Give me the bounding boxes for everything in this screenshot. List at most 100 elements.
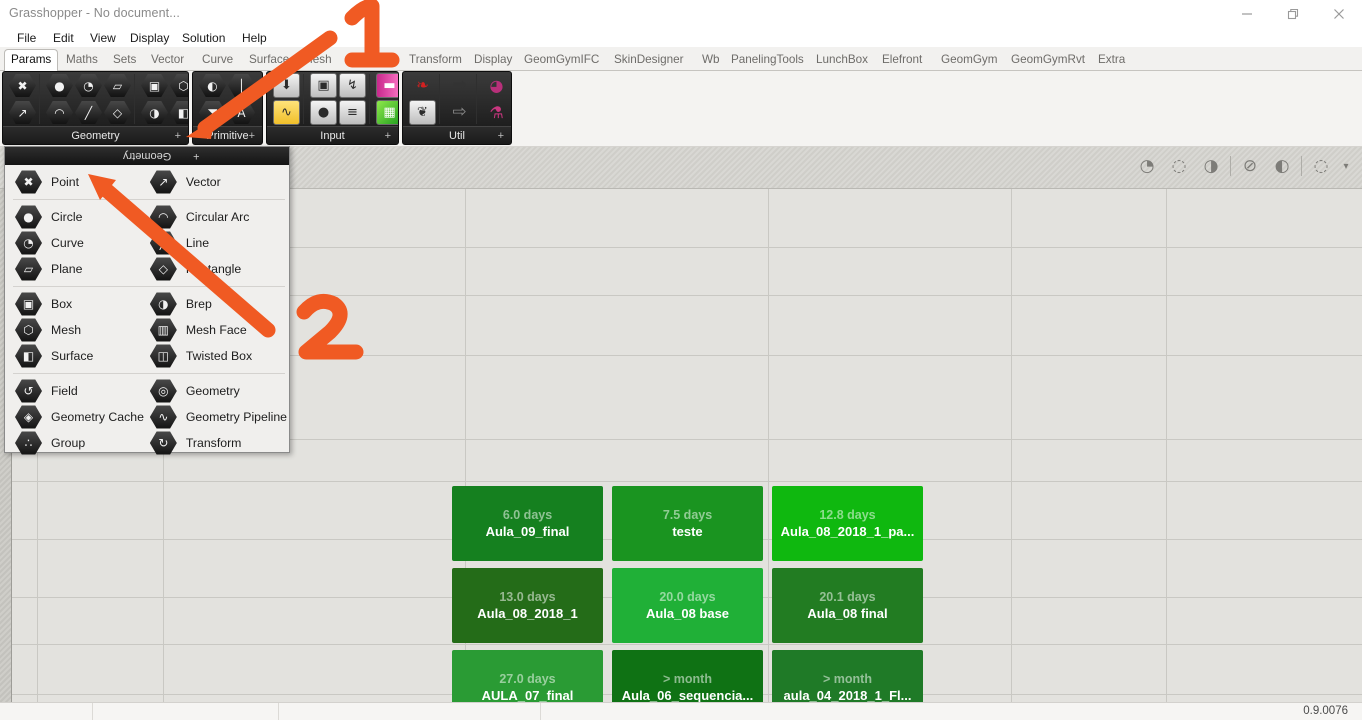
restore-button[interactable]	[1270, 0, 1316, 28]
tab-maths[interactable]: Maths	[60, 50, 104, 71]
flyout-item-twisted-box[interactable]: ◫ Twisted Box	[146, 343, 287, 369]
tab-skindesigner[interactable]: SkinDesigner	[608, 50, 690, 71]
flyout-item-circle[interactable]: ● Circle	[11, 204, 146, 230]
tab-curve[interactable]: Curve	[196, 50, 239, 71]
menu-item-file[interactable]: File	[11, 30, 42, 46]
ribbon-group-label-util[interactable]: Util +	[403, 126, 511, 144]
menu-item-help[interactable]: Help	[236, 30, 273, 46]
surface-param-icon[interactable]: ◧	[170, 100, 188, 125]
project-tile[interactable]: 12.8 days Aula_08_2018_1_pa...	[772, 486, 923, 561]
flyout-item-line[interactable]: ╱ Line	[146, 230, 287, 256]
tab-geomgymrvt[interactable]: GeomGymRvt	[1005, 50, 1091, 71]
menu-item-solution[interactable]: Solution	[176, 30, 231, 46]
tab-vector[interactable]: Vector	[145, 50, 190, 71]
data-input-icon[interactable]: ⇨	[446, 100, 473, 125]
colour-swatch-icon[interactable]: ▦	[376, 100, 398, 125]
shaded-view-icon[interactable]: ◔	[1134, 153, 1160, 179]
gradient-icon[interactable]: ▬	[376, 73, 398, 98]
flyout-item-vector[interactable]: ↗ Vector	[146, 169, 287, 195]
flyout-item-geometry-pipeline[interactable]: ∿ Geometry Pipeline	[146, 404, 287, 430]
project-tile[interactable]: > month aula_04_2018_1_Fl...	[772, 650, 923, 702]
rendered-view-icon[interactable]: ◐	[1269, 153, 1295, 179]
flyout-item-box[interactable]: ▣ Box	[11, 291, 146, 317]
flyout-item-transform[interactable]: ↻ Transform	[146, 430, 287, 456]
input-group-expand-icon[interactable]: +	[385, 131, 391, 142]
button-icon[interactable]: ●	[310, 100, 337, 125]
flyout-item-mesh[interactable]: ⬡ Mesh	[11, 317, 146, 343]
tab-surface[interactable]: Surface	[243, 50, 295, 71]
number-slider-icon[interactable]: ⬇	[273, 73, 300, 98]
project-tile[interactable]: 27.0 days AULA_07_final	[452, 650, 603, 702]
display-mode-dropdown-icon[interactable]: ◌	[1308, 153, 1334, 179]
flyout-expand-icon[interactable]: +	[193, 150, 199, 162]
flyout-item-rectangle[interactable]: ◇ Rectangle	[146, 256, 287, 282]
project-tile[interactable]: > month Aula_06_sequencia...	[612, 650, 763, 702]
data-output-icon[interactable]: ➡	[446, 73, 473, 98]
plane-param-icon[interactable]: ▱	[104, 73, 131, 98]
tab-geomgymifc[interactable]: GeomGymIFC	[518, 50, 605, 71]
ribbon-group-label-primitive[interactable]: Primitive +	[193, 126, 262, 144]
chevron-down-icon[interactable]: ▾	[1340, 153, 1352, 179]
flyout-header[interactable]: Geometry +	[5, 147, 289, 165]
vector-param-icon[interactable]: ↗	[9, 100, 36, 125]
tab-lunchbox[interactable]: LunchBox	[810, 50, 874, 71]
mesh-param-icon[interactable]: ⬡	[170, 73, 188, 98]
point-param-icon[interactable]: ✖	[9, 73, 36, 98]
flyout-item-geometry-cache[interactable]: ◈ Geometry Cache	[11, 404, 146, 430]
flask-icon[interactable]: ⚗	[483, 100, 510, 125]
flyout-item-group[interactable]: ∴ Group	[11, 430, 146, 456]
brep-param-icon[interactable]: ◑	[141, 100, 168, 125]
minimize-button[interactable]	[1224, 0, 1270, 28]
util-group-expand-icon[interactable]: +	[498, 131, 504, 142]
geometry-group-expand-icon[interactable]: +	[175, 131, 181, 142]
number-param-icon[interactable]: ◥	[199, 100, 226, 125]
wireframe-view-icon[interactable]: ◌	[1166, 153, 1192, 179]
project-tile[interactable]: 20.0 days Aula_08 base	[612, 568, 763, 643]
flyout-item-curve[interactable]: ◔ Curve	[11, 230, 146, 256]
menu-item-edit[interactable]: Edit	[47, 30, 80, 46]
tab-panelingtools[interactable]: PanelingTools	[725, 50, 810, 71]
tab-intersect[interactable]: Intersect	[340, 50, 397, 71]
curve-param-icon[interactable]: ◔	[75, 73, 102, 98]
circle-param-icon[interactable]: ●	[46, 73, 73, 98]
flyout-item-field[interactable]: ↺ Field	[11, 378, 146, 404]
hidden-view-icon[interactable]: ⊘	[1237, 153, 1263, 179]
tab-params[interactable]: Params	[4, 49, 59, 72]
ghosted-view-icon[interactable]: ◑	[1198, 153, 1224, 179]
boolean-param-icon[interactable]: ◐	[199, 73, 226, 98]
boolean-toggle-icon[interactable]: ▣	[310, 73, 337, 98]
project-tile[interactable]: 7.5 days teste	[612, 486, 763, 561]
tab-mesh[interactable]: Mesh	[297, 50, 338, 71]
close-button[interactable]	[1316, 0, 1362, 28]
flyout-item-point[interactable]: ✖ Point	[11, 169, 146, 195]
data-tree-icon[interactable]: ❦	[409, 100, 436, 125]
ribbon-group-label-input[interactable]: Input +	[267, 126, 398, 144]
project-tile[interactable]: 13.0 days Aula_08_2018_1	[452, 568, 603, 643]
tab-sets[interactable]: Sets	[107, 50, 142, 71]
flyout-item-mesh-face[interactable]: ▥ Mesh Face	[146, 317, 287, 343]
arc-param-icon[interactable]: ◠	[46, 100, 73, 125]
tab-wb[interactable]: Wb	[696, 50, 726, 71]
cherry-picker-icon[interactable]: ❧	[409, 73, 436, 98]
line-param-icon[interactable]: ╱	[75, 100, 102, 125]
flyout-item-plane[interactable]: ▱ Plane	[11, 256, 146, 282]
graph-mapper-icon[interactable]: ∿	[273, 100, 300, 125]
tab-extra[interactable]: Extra	[1092, 50, 1131, 71]
panel-icon[interactable]: ≡	[339, 100, 366, 125]
menu-item-display[interactable]: Display	[124, 30, 175, 46]
flyout-item-geometry[interactable]: ◎ Geometry	[146, 378, 287, 404]
project-tile[interactable]: 6.0 days Aula_09_final	[452, 486, 603, 561]
ribbon-group-label-geometry[interactable]: Geometry +	[3, 126, 188, 144]
cluster-icon[interactable]: ◕	[483, 73, 510, 98]
flyout-item-surface[interactable]: ◧ Surface	[11, 343, 146, 369]
flyout-item-circular-arc[interactable]: ◠ Circular Arc	[146, 204, 287, 230]
box-param-icon[interactable]: ▣	[141, 73, 168, 98]
value-list-icon[interactable]: ↯	[339, 73, 366, 98]
menu-item-view[interactable]: View	[84, 30, 122, 46]
tab-transform[interactable]: Transform	[403, 50, 468, 71]
tab-elefront[interactable]: Elefront	[876, 50, 928, 71]
text-param-icon[interactable]: A	[228, 100, 255, 125]
project-tile[interactable]: 20.1 days Aula_08 final	[772, 568, 923, 643]
flyout-item-brep[interactable]: ◑ Brep	[146, 291, 287, 317]
primitive-group-expand-icon[interactable]: +	[249, 131, 255, 142]
